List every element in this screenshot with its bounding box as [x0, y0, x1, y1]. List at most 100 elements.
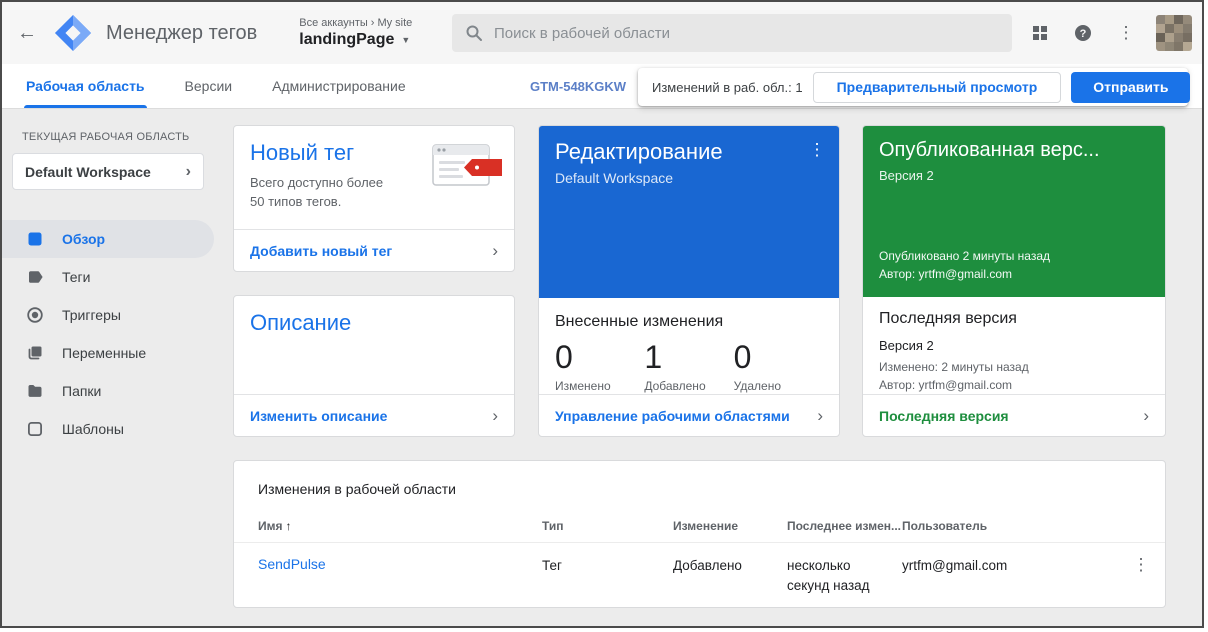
stat-label: Изменено [555, 379, 644, 393]
stat-added: 1 Добавлено [644, 339, 733, 393]
chevron-right-icon: › [492, 241, 498, 261]
submit-button[interactable]: Отправить [1071, 72, 1190, 103]
published-version-number: Версия 2 [879, 168, 1149, 183]
editing-workspace-name: Default Workspace [555, 170, 823, 186]
back-button[interactable]: ← [10, 16, 44, 50]
workspace-editing-card: Редактирование Default Workspace ⋮ Внесе… [538, 125, 840, 437]
editing-title: Редактирование [555, 139, 823, 165]
tab-versions[interactable]: Версии [185, 64, 233, 108]
workspace-changes-count: Изменений в раб. обл.: 1 [652, 80, 803, 95]
chevron-right-icon: › [817, 406, 823, 426]
changes-stats: 0 Изменено 1 Добавлено 0 Удалено [555, 339, 823, 393]
column-header-last-modified[interactable]: Последнее измен... [787, 519, 902, 533]
new-tag-card: Новый тег Всего доступно более 50 типов … [233, 125, 515, 272]
tab-workspace[interactable]: Рабочая область [26, 64, 145, 108]
manage-workspaces-link[interactable]: Управление рабочими областями [555, 408, 790, 424]
sidebar-item-label: Переменные [62, 345, 146, 361]
change-user: yrtfm@gmail.com [902, 556, 1117, 576]
stat-value: 1 [644, 339, 733, 376]
account-context: Все аккаунты›My site landingPage ▼ [299, 17, 412, 49]
app-header: ← Менеджер тегов Все аккаунты›My site la… [2, 2, 1202, 64]
changes-section-title: Внесенные изменения [555, 313, 823, 331]
workspace-tabbar: Рабочая область Версии Администрирование… [2, 64, 1202, 109]
apps-grid-button[interactable] [1022, 15, 1058, 51]
sidebar-item-folders[interactable]: Папки [2, 372, 214, 410]
user-avatar[interactable] [1156, 15, 1192, 51]
new-tag-description: Всего доступно более 50 типов тегов. [250, 174, 386, 212]
sidebar-menu: Обзор Теги Триггеры Переменные Папки Шаб… [2, 220, 214, 448]
stat-deleted: 0 Удалено [734, 339, 823, 393]
description-title: Описание [250, 310, 498, 336]
chevron-right-icon: › [1143, 406, 1149, 426]
latest-version-link[interactable]: Последняя версия [879, 408, 1009, 424]
sidebar-item-tags[interactable]: Теги [2, 258, 214, 296]
svg-text:?: ? [1080, 28, 1087, 40]
published-time: Опубликовано 2 минуты назад [879, 247, 1149, 266]
change-last-modified: несколько секунд назад [787, 556, 902, 595]
search-icon [465, 24, 483, 42]
sidebar-item-variables[interactable]: Переменные [2, 334, 214, 372]
breadcrumb-site[interactable]: My site [377, 17, 412, 29]
container-id[interactable]: GTM-548KGKW [530, 79, 626, 94]
change-item-link[interactable]: SendPulse [258, 556, 542, 572]
column-header-user[interactable]: Пользователь [902, 519, 1117, 533]
sidebar: ТЕКУЩАЯ РАБОЧАЯ ОБЛАСТЬ Default Workspac… [2, 109, 214, 626]
help-button[interactable]: ? [1065, 15, 1101, 51]
sort-ascending-icon: ↑ [286, 519, 292, 533]
latest-version-number: Версия 2 [879, 338, 1149, 353]
stat-label: Добавлено [644, 379, 733, 393]
sidebar-item-label: Обзор [62, 231, 105, 247]
add-new-tag-link[interactable]: Добавить новый тег [250, 243, 392, 259]
sidebar-item-overview[interactable]: Обзор [2, 220, 214, 258]
gtm-logo-icon [54, 14, 92, 52]
column-header-type[interactable]: Тип [542, 519, 673, 533]
latest-version-modified: Изменено: 2 минуты назад [879, 358, 1149, 376]
header-actions: ? ⋮ [1022, 2, 1192, 64]
chevron-right-icon: › [492, 406, 498, 426]
container-selector[interactable]: landingPage ▼ [299, 31, 412, 49]
table-title: Изменения в рабочей области [234, 461, 1165, 497]
search-input[interactable] [494, 25, 999, 42]
breadcrumb-separator-icon: › [371, 17, 375, 29]
table-header-row: Имя↑ Тип Изменение Последнее измен... По… [234, 497, 1165, 543]
workspace-menu-button[interactable]: ⋮ [803, 136, 831, 164]
workspace-name: Default Workspace [25, 164, 151, 180]
breadcrumb-accounts[interactable]: Все аккаунты [299, 17, 368, 29]
latest-version-author: Автор: yrtfm@gmail.com [879, 376, 1149, 394]
tab-admin[interactable]: Администрирование [272, 64, 406, 108]
sidebar-item-label: Шаблоны [62, 421, 124, 437]
published-title: Опубликованная верс... [879, 139, 1149, 162]
chevron-right-icon: › [186, 163, 191, 181]
gtm-window: ← Менеджер тегов Все аккаунты›My site la… [0, 0, 1204, 628]
preview-button[interactable]: Предварительный просмотр [813, 72, 1062, 103]
sidebar-item-label: Теги [62, 269, 90, 285]
table-row: SendPulse Тег Добавлено несколько секунд… [234, 543, 1165, 595]
workspace-changes-card: Изменения в рабочей области Имя↑ Тип Изм… [233, 460, 1166, 608]
sidebar-item-triggers[interactable]: Триггеры [2, 296, 214, 334]
edit-description-link[interactable]: Изменить описание [250, 408, 387, 424]
change-type: Тег [542, 556, 673, 576]
sidebar-item-label: Папки [62, 383, 101, 399]
row-menu-button[interactable]: ⋮ [1133, 555, 1150, 575]
workspace-section-label: ТЕКУЩАЯ РАБОЧАЯ ОБЛАСТЬ [22, 131, 214, 143]
app-title: Менеджер тегов [106, 22, 257, 45]
latest-version-title: Последняя версия [879, 310, 1149, 328]
published-version-card: Опубликованная верс... Версия 2 Опублико… [862, 125, 1166, 437]
stat-value: 0 [734, 339, 823, 376]
container-name: landingPage [299, 31, 394, 49]
workspace-switcher[interactable]: Default Workspace › [12, 153, 204, 190]
header-overflow-menu-button[interactable]: ⋮ [1108, 15, 1144, 51]
breadcrumb[interactable]: Все аккаунты›My site [299, 17, 412, 29]
description-card: Описание Изменить описание › [233, 295, 515, 437]
sidebar-item-label: Триггеры [62, 307, 121, 323]
caret-down-icon: ▼ [401, 35, 410, 45]
stat-modified: 0 Изменено [555, 339, 644, 393]
stat-value: 0 [555, 339, 644, 376]
stat-label: Удалено [734, 379, 823, 393]
sidebar-item-templates[interactable]: Шаблоны [2, 410, 214, 448]
publish-action-bar: Изменений в раб. обл.: 1 Предварительный… [638, 68, 1188, 106]
search-bar[interactable] [452, 14, 1012, 52]
new-tag-illustration-icon [432, 142, 504, 197]
column-header-name[interactable]: Имя↑ [258, 519, 542, 533]
column-header-change[interactable]: Изменение [673, 519, 787, 533]
